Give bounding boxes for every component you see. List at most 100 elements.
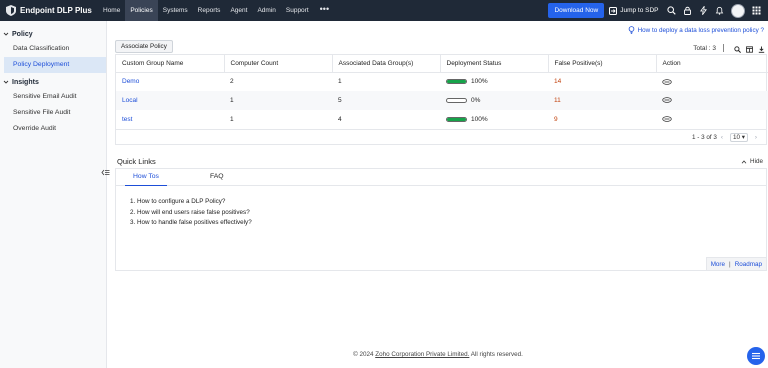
sidebar-item-data-classification[interactable]: Data Classification (0, 41, 106, 57)
group-name-link[interactable]: test (122, 116, 132, 123)
pagination: 1 - 3 of 3 ‹ 10 ▾ › (116, 129, 766, 144)
view-icon[interactable] (662, 116, 672, 123)
associate-policy-button[interactable]: Associate Policy (115, 40, 173, 53)
column-header[interactable]: False Positive(s) (548, 55, 657, 73)
chevron-down-icon (3, 32, 9, 36)
shield-logo-icon (6, 5, 16, 16)
view-icon[interactable] (662, 97, 672, 104)
progress-bar (446, 116, 467, 122)
sidebar-item-override-audit[interactable]: Override Audit (0, 121, 106, 137)
group-name-link[interactable]: Local (122, 97, 138, 104)
quick-links-title: Quick Links (117, 157, 156, 166)
computer-count: 1 (224, 91, 332, 110)
status-percent: 100% (471, 78, 488, 86)
page-range: 1 - 3 of 3 (691, 134, 717, 141)
brand[interactable]: Endpoint DLP Plus (0, 0, 98, 21)
policy-table: Custom Group Name Computer Count Associa… (115, 54, 768, 145)
total-count: Total : 3 (693, 45, 716, 52)
table-header-row: Custom Group Name Computer Count Associa… (116, 55, 768, 73)
list-item[interactable]: 2. How will end users raise false positi… (130, 209, 766, 220)
copyright-footer: © 2024 Zoho Corporation Private Limited.… (108, 351, 768, 358)
nav-admin[interactable]: Admin (252, 0, 280, 21)
search-icon[interactable] (667, 6, 676, 15)
column-header[interactable]: Custom Group Name (116, 55, 225, 73)
download-now-button[interactable]: Download Now (548, 3, 605, 18)
group-name-link[interactable]: Demo (122, 78, 139, 85)
action-cell (656, 72, 768, 91)
toolbar-divider (723, 44, 724, 52)
nav-reports[interactable]: Reports (193, 0, 226, 21)
main-nav: Home Policies Systems Reports Agent Admi… (98, 0, 335, 21)
nav-support[interactable]: Support (281, 0, 314, 21)
view-icon[interactable] (662, 78, 672, 85)
action-cell (656, 91, 768, 110)
bell-icon[interactable] (715, 6, 724, 15)
per-page-select[interactable]: 10 ▾ (729, 133, 748, 142)
data-group-count: 5 (332, 91, 440, 110)
columns-icon[interactable] (746, 46, 753, 53)
column-header[interactable]: Computer Count (224, 55, 333, 73)
list-item[interactable]: 3. How to handle false positives effecti… (130, 219, 766, 230)
menu-icon (752, 352, 760, 360)
table-row: Demo 2 1 100% 14 (116, 72, 768, 91)
top-right-actions: Download Now Jump to SDP (548, 0, 768, 21)
false-positive-count[interactable]: 14 (548, 72, 656, 91)
per-page-value: 10 (732, 134, 740, 141)
apps-icon[interactable] (752, 6, 761, 15)
nav-agent[interactable]: Agent (225, 0, 252, 21)
data-group-count: 1 (338, 78, 342, 86)
nav-policies[interactable]: Policies (125, 0, 158, 21)
company-link[interactable]: Zoho Corporation Private Limited. (375, 351, 469, 358)
progress-bar (446, 97, 467, 103)
nav-systems[interactable]: Systems (158, 0, 193, 21)
sidebar-section-label: Policy (12, 30, 33, 38)
bolt-icon[interactable] (699, 6, 708, 15)
sidebar-section-label: Insights (12, 78, 39, 86)
false-positive-count[interactable]: 9 (548, 110, 656, 129)
computer-count: 2 (230, 78, 234, 86)
jump-to-sdp-label: Jump to SDP (620, 7, 659, 14)
column-header[interactable]: Associated Data Group(s) (332, 55, 441, 73)
copyright-suffix: All rights reserved. (469, 351, 523, 358)
progress-bar (446, 79, 467, 85)
download-icon[interactable] (758, 46, 765, 53)
sidebar-section-policy[interactable]: Policy (0, 27, 106, 41)
prev-page-icon[interactable]: ‹ (721, 134, 723, 141)
lock-icon[interactable] (683, 6, 692, 15)
list-item[interactable]: 1. How to configure a DLP Policy? (130, 198, 766, 209)
deployment-status: 0% (440, 91, 548, 110)
help-link-text: How to deploy a data loss prevention pol… (637, 26, 764, 34)
sdp-icon (609, 6, 618, 15)
avatar[interactable] (730, 3, 745, 18)
tab-faq[interactable]: FAQ (202, 169, 232, 186)
copyright-prefix: © 2024 (353, 351, 376, 358)
column-header[interactable]: Deployment Status (440, 55, 549, 73)
hide-label: Hide (750, 158, 763, 165)
sidebar-section-insights[interactable]: Insights (0, 75, 106, 89)
table-row: test 1 4 100% 9 (116, 110, 768, 129)
link-divider: | (729, 260, 731, 268)
hide-quick-links-button[interactable]: Hide (741, 158, 763, 165)
jump-to-sdp-link[interactable]: Jump to SDP (609, 6, 659, 15)
false-positive-count[interactable]: 11 (548, 91, 656, 110)
top-bar: Endpoint DLP Plus Home Policies Systems … (0, 0, 768, 21)
sidebar-item-sensitive-email-audit[interactable]: Sensitive Email Audit (0, 89, 106, 105)
sidebar-item-sensitive-file-audit[interactable]: Sensitive File Audit (0, 105, 106, 121)
quick-links-footer: More | Roadmap (705, 257, 766, 270)
quick-links-panel: How Tos FAQ 1. How to configure a DLP Po… (115, 168, 767, 271)
computer-count: 1 (230, 116, 234, 123)
roadmap-link[interactable]: Roadmap (735, 261, 762, 268)
search-icon[interactable] (734, 46, 741, 53)
tab-how-tos[interactable]: How Tos (125, 169, 167, 186)
chat-fab-button[interactable] (747, 347, 765, 365)
next-page-icon[interactable]: › (755, 134, 757, 141)
nav-more-icon[interactable]: ••• (314, 0, 335, 21)
nav-home[interactable]: Home (98, 0, 125, 21)
sidebar-item-policy-deployment[interactable]: Policy Deployment (4, 57, 106, 73)
chevron-up-icon (741, 159, 747, 164)
lightbulb-icon (628, 26, 634, 34)
action-cell (656, 110, 768, 129)
chevron-down-icon (3, 80, 9, 84)
more-link[interactable]: More (711, 261, 725, 268)
help-link[interactable]: How to deploy a data loss prevention pol… (628, 26, 764, 34)
